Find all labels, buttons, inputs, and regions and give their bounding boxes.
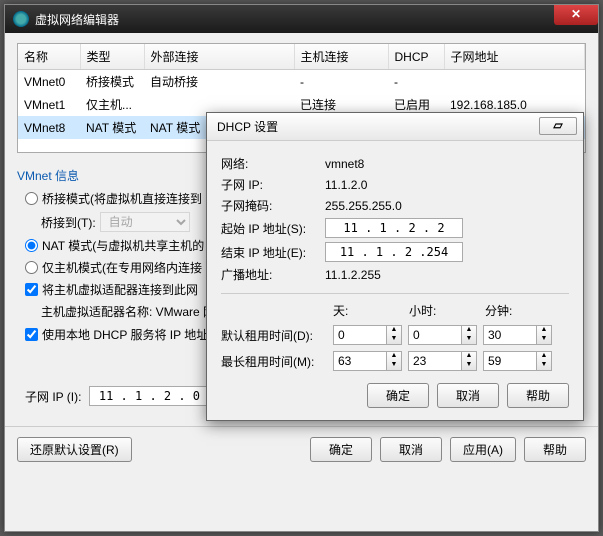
- down-arrow-icon[interactable]: ▼: [537, 361, 551, 370]
- bridge-to-label: 桥接到(T):: [41, 214, 96, 231]
- down-arrow-icon[interactable]: ▼: [387, 335, 401, 344]
- up-arrow-icon[interactable]: ▲: [387, 352, 401, 361]
- default-lease-label: 默认租用时间(D):: [221, 327, 327, 344]
- col-dhcp[interactable]: DHCP: [388, 44, 444, 70]
- dhcp-close-icon[interactable]: ▱: [539, 117, 577, 135]
- radio-nat-input[interactable]: [25, 239, 38, 252]
- subnet-ip-label: 子网 IP (I):: [25, 388, 81, 405]
- col-subnet[interactable]: 子网地址: [444, 44, 585, 70]
- cell-host: -: [294, 70, 388, 94]
- dhcp-mask-value: 255.255.255.0: [325, 199, 402, 213]
- up-arrow-icon[interactable]: ▲: [462, 326, 476, 335]
- apply-button[interactable]: 应用(A): [450, 437, 516, 462]
- restore-defaults-button[interactable]: 还原默认设置(R): [17, 437, 132, 462]
- subnet-ip-input[interactable]: [89, 386, 209, 406]
- bridge-to-select: 自动: [100, 212, 190, 232]
- max-days-spinner[interactable]: ▲▼: [333, 351, 402, 371]
- cancel-button[interactable]: 取消: [380, 437, 442, 462]
- down-arrow-icon[interactable]: ▼: [462, 361, 476, 370]
- col-name[interactable]: 名称: [18, 44, 80, 70]
- cell-subnet: [444, 70, 585, 94]
- radio-bridge-label: 桥接模式(将虚拟机直接连接到: [42, 190, 202, 207]
- check-host-adapter-label: 将主机虚拟适配器连接到此网: [42, 281, 198, 298]
- table-header-row: 名称 类型 外部连接 主机连接 DHCP 子网地址: [18, 44, 585, 70]
- start-ip-input[interactable]: [325, 218, 463, 238]
- dhcp-subnet-ip-value: 11.1.2.0: [325, 178, 367, 192]
- hours-header: 小时:: [409, 302, 485, 319]
- cell-type: 桥接模式: [80, 70, 144, 94]
- dhcp-settings-dialog: DHCP 设置 ▱ 网络:vmnet8 子网 IP:11.1.2.0 子网掩码:…: [206, 112, 584, 421]
- cell-type: NAT 模式: [80, 116, 144, 139]
- up-arrow-icon[interactable]: ▲: [462, 352, 476, 361]
- titlebar[interactable]: 虚拟网络编辑器 ✕: [5, 5, 598, 33]
- dhcp-mask-label: 子网掩码:: [221, 197, 325, 214]
- cell-name: VMnet0: [18, 70, 80, 94]
- col-ext[interactable]: 外部连接: [144, 44, 294, 70]
- radio-hostonly-label: 仅主机模式(在专用网络内连接: [42, 259, 202, 276]
- help-button[interactable]: 帮助: [524, 437, 586, 462]
- days-header: 天:: [333, 302, 409, 319]
- max-lease-label: 最长租用时间(M):: [221, 353, 327, 370]
- app-icon: [13, 11, 29, 27]
- lease-header-row: 天: 小时: 分钟:: [333, 302, 569, 319]
- table-row[interactable]: VMnet0桥接模式自动桥接--: [18, 70, 585, 94]
- dhcp-subnet-ip-label: 子网 IP:: [221, 176, 325, 193]
- down-arrow-icon[interactable]: ▼: [537, 335, 551, 344]
- close-icon[interactable]: ✕: [554, 5, 598, 25]
- down-arrow-icon[interactable]: ▼: [462, 335, 476, 344]
- check-use-dhcp-input[interactable]: [25, 328, 38, 341]
- col-host[interactable]: 主机连接: [294, 44, 388, 70]
- cell-dhcp: -: [388, 70, 444, 94]
- default-days-spinner[interactable]: ▲▼: [333, 325, 402, 345]
- max-mins-spinner[interactable]: ▲▼: [483, 351, 552, 371]
- radio-hostonly-input[interactable]: [25, 261, 38, 274]
- bottom-bar: 还原默认设置(R) 确定 取消 应用(A) 帮助: [5, 426, 598, 472]
- broadcast-label: 广播地址:: [221, 266, 325, 283]
- up-arrow-icon[interactable]: ▲: [537, 326, 551, 335]
- check-host-adapter-input[interactable]: [25, 283, 38, 296]
- network-label: 网络:: [221, 155, 325, 172]
- radio-nat-label: NAT 模式(与虚拟机共享主机的: [42, 237, 204, 254]
- up-arrow-icon[interactable]: ▲: [537, 352, 551, 361]
- window-title: 虚拟网络编辑器: [35, 11, 119, 28]
- dhcp-help-button[interactable]: 帮助: [507, 383, 569, 408]
- network-value: vmnet8: [325, 157, 364, 171]
- end-ip-input[interactable]: [325, 242, 463, 262]
- cell-ext: 自动桥接: [144, 70, 294, 94]
- cell-type: 仅主机...: [80, 93, 144, 116]
- default-hours-spinner[interactable]: ▲▼: [408, 325, 477, 345]
- up-arrow-icon[interactable]: ▲: [387, 326, 401, 335]
- dhcp-title: DHCP 设置: [217, 118, 278, 135]
- start-ip-label: 起始 IP 地址(S):: [221, 220, 325, 237]
- dhcp-ok-button[interactable]: 确定: [367, 383, 429, 408]
- down-arrow-icon[interactable]: ▼: [387, 361, 401, 370]
- cell-name: VMnet1: [18, 93, 80, 116]
- cell-name: VMnet8: [18, 116, 80, 139]
- ok-button[interactable]: 确定: [310, 437, 372, 462]
- col-type[interactable]: 类型: [80, 44, 144, 70]
- mins-header: 分钟:: [485, 302, 561, 319]
- end-ip-label: 结束 IP 地址(E):: [221, 244, 325, 261]
- radio-bridge-input[interactable]: [25, 192, 38, 205]
- dhcp-titlebar[interactable]: DHCP 设置 ▱: [207, 113, 583, 141]
- default-mins-spinner[interactable]: ▲▼: [483, 325, 552, 345]
- dhcp-cancel-button[interactable]: 取消: [437, 383, 499, 408]
- broadcast-value: 11.1.2.255: [325, 268, 381, 282]
- max-hours-spinner[interactable]: ▲▼: [408, 351, 477, 371]
